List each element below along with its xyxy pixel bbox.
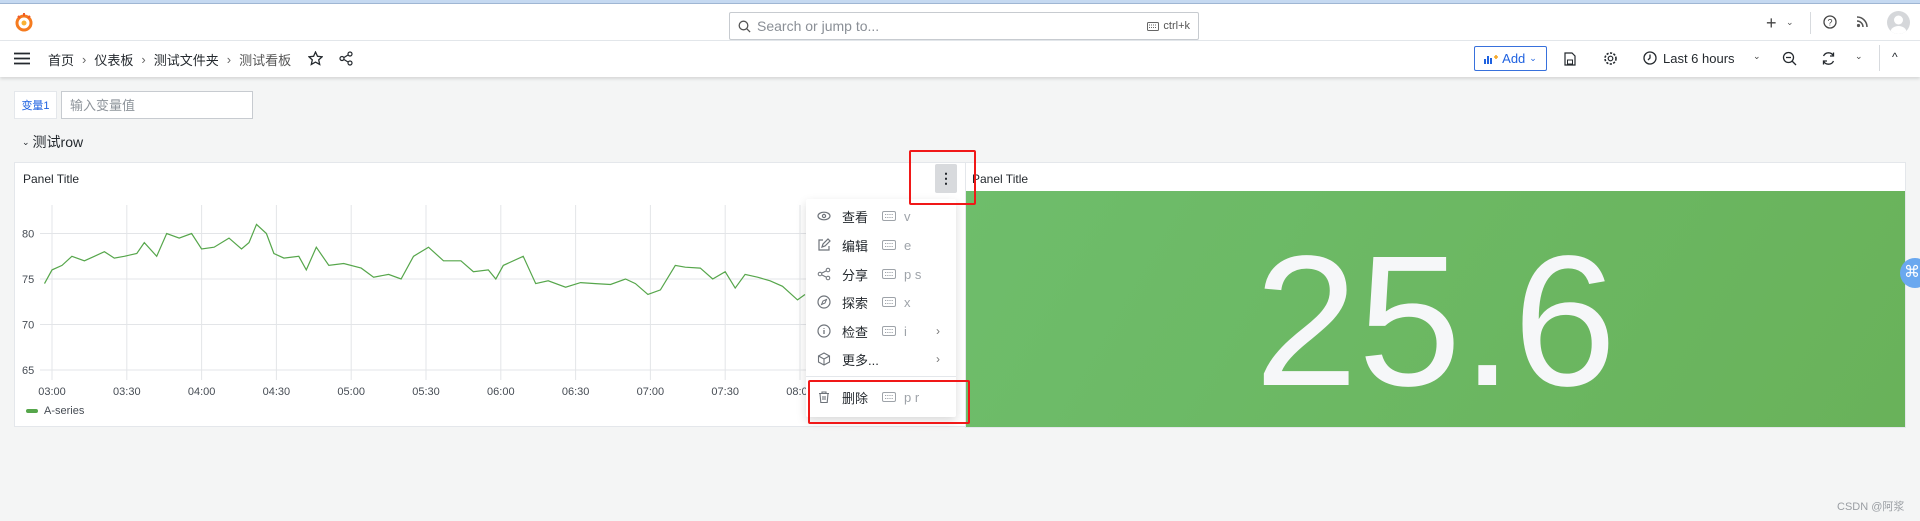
save-icon[interactable] xyxy=(1564,52,1576,66)
svg-text:?: ? xyxy=(1827,18,1832,28)
chevron-down-icon[interactable]: ⌄ xyxy=(1786,17,1794,28)
gear-icon[interactable] xyxy=(1603,51,1618,66)
menu-item-label: 更多... xyxy=(842,352,879,368)
menu-item-shortcut: x xyxy=(882,295,911,310)
menu-item-label: 检查 xyxy=(842,324,869,340)
menu-item-3[interactable]: 分享 p s xyxy=(806,261,956,287)
chevron-right-icon: › xyxy=(936,324,940,338)
menu-item-shortcut: v xyxy=(882,209,911,224)
menu-item-1[interactable]: 查看 v xyxy=(806,203,956,229)
stat-value: 25.6 xyxy=(1254,218,1617,425)
series-line-a-series xyxy=(43,223,806,301)
x-tick-label: 03:30 xyxy=(113,386,141,398)
chevron-right-icon: › xyxy=(936,352,940,366)
x-tick-label: 06:00 xyxy=(487,386,515,398)
add-panel-icon xyxy=(1484,53,1499,64)
menu-item-2[interactable]: 编辑 e xyxy=(806,232,956,258)
add-label: Add xyxy=(1502,51,1526,66)
highlight-box xyxy=(909,150,976,205)
keyboard-icon xyxy=(882,297,897,307)
divider xyxy=(1879,45,1880,71)
y-tick-label: 70 xyxy=(22,320,34,332)
y-tick-label: 80 xyxy=(22,229,34,241)
collapse-icon[interactable]: ^ xyxy=(1892,50,1898,64)
compass-icon xyxy=(816,295,832,309)
time-range-picker[interactable]: Last 6 hours xyxy=(1663,51,1735,66)
x-tick-label: 05:30 xyxy=(412,386,440,398)
menu-item-label: 查看 xyxy=(842,209,869,225)
divider xyxy=(1810,12,1811,34)
search-shortcut: ctrl+k xyxy=(1163,20,1190,32)
eye-icon xyxy=(816,209,832,223)
clock-icon[interactable] xyxy=(1643,51,1657,65)
keyboard-icon xyxy=(882,269,897,279)
keyboard-icon xyxy=(1147,21,1160,31)
y-tick-label: 75 xyxy=(22,274,34,286)
plus-icon[interactable]: + xyxy=(1766,13,1777,34)
x-tick-label: 04:00 xyxy=(188,386,216,398)
stat-value-area: 25.6 xyxy=(966,191,1905,427)
x-tick-label: 07:00 xyxy=(637,386,665,398)
menu-item-6[interactable]: 更多... › xyxy=(806,346,956,372)
y-tick-label: 65 xyxy=(22,365,34,377)
add-button[interactable]: Add ⌄ xyxy=(1474,46,1547,71)
x-tick-label: 03:00 xyxy=(38,386,66,398)
menu-item-label: 分享 xyxy=(842,267,869,283)
legend-item[interactable]: A-series xyxy=(26,405,84,417)
share-icon xyxy=(816,267,832,281)
menu-item-shortcut: i xyxy=(882,324,907,339)
menu-item-shortcut: e xyxy=(882,238,911,253)
keyboard-icon xyxy=(882,211,897,221)
zoom-out-icon[interactable] xyxy=(1782,51,1797,66)
menu-item-4[interactable]: 探索 x xyxy=(806,289,956,315)
rss-icon[interactable] xyxy=(1856,15,1869,28)
legend-label: A-series xyxy=(44,405,85,417)
keyboard-icon xyxy=(882,326,897,336)
chevron-down-icon[interactable]: ⌄ xyxy=(1855,51,1863,62)
highlight-box xyxy=(808,380,970,424)
watermark: CSDN @阿浆 xyxy=(1837,501,1905,513)
legend-swatch xyxy=(26,409,38,413)
keyboard-icon xyxy=(882,240,897,250)
chevron-down-icon: ⌄ xyxy=(1529,53,1537,63)
avatar[interactable] xyxy=(1887,11,1910,34)
info-icon xyxy=(816,324,832,338)
edit-icon xyxy=(816,238,832,252)
cube-icon xyxy=(816,352,832,366)
menu-divider xyxy=(806,376,956,377)
panel-title: Panel Title xyxy=(972,172,1029,186)
chevron-down-icon[interactable]: ⌄ xyxy=(1753,51,1761,62)
menu-item-5[interactable]: 检查 i › xyxy=(806,318,956,344)
menu-item-shortcut: p s xyxy=(882,267,921,282)
help-icon[interactable]: ? xyxy=(1823,15,1837,29)
refresh-icon[interactable] xyxy=(1821,51,1836,66)
menu-item-label: 探索 xyxy=(842,295,869,311)
x-tick-label: 04:30 xyxy=(263,386,291,398)
x-tick-label: 07:30 xyxy=(711,386,739,398)
x-tick-label: 05:00 xyxy=(337,386,365,398)
x-tick-label: 06:30 xyxy=(562,386,590,398)
menu-item-label: 编辑 xyxy=(842,238,869,254)
